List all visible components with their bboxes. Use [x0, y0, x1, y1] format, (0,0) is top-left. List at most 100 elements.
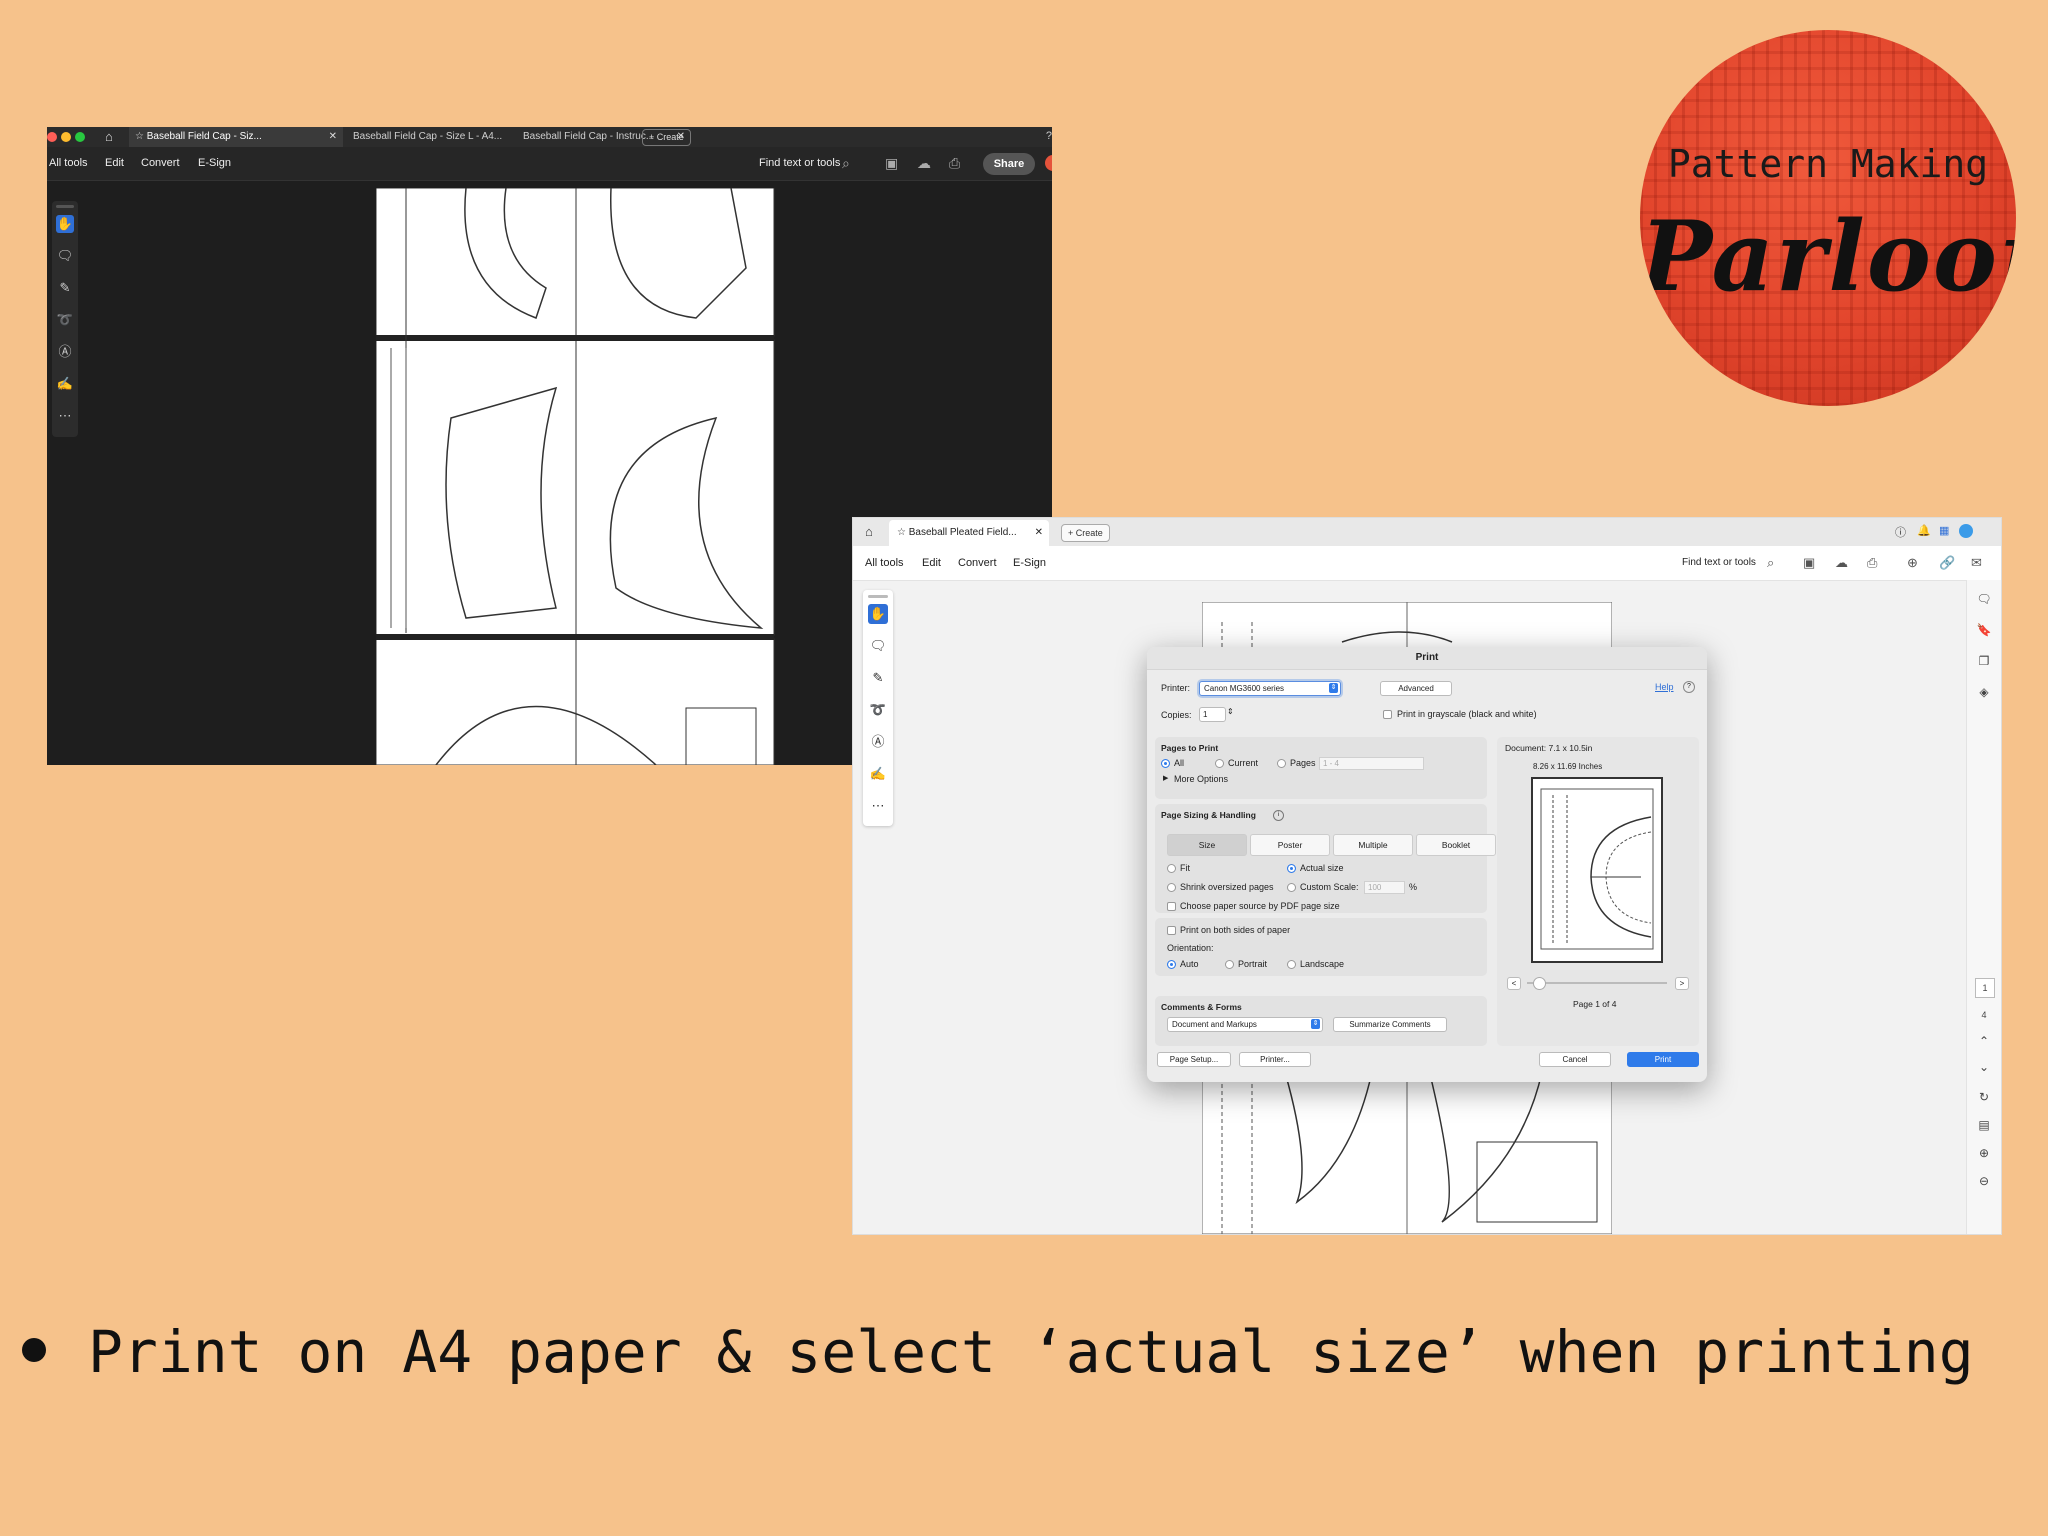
share-button[interactable]: Share	[983, 153, 1035, 175]
drag-handle[interactable]	[868, 595, 888, 598]
zoom-in-icon[interactable]: ⊕	[1975, 1144, 1993, 1162]
signature-tool-icon[interactable]: ✍	[56, 375, 74, 393]
tab-active[interactable]: ☆ Baseball Pleated Field... ✕	[889, 520, 1049, 546]
minimize-window-dot[interactable]	[61, 132, 71, 142]
close-tab-icon[interactable]: ✕	[1035, 520, 1043, 546]
comment-tool-icon[interactable]: 🗨	[56, 247, 74, 265]
pen-tool-icon[interactable]: ✎	[56, 279, 74, 297]
lasso-tool-icon[interactable]: ➰	[56, 311, 74, 329]
menu-edit[interactable]: Edit	[922, 557, 941, 569]
disclosure-triangle-icon[interactable]: ▶	[1163, 774, 1168, 782]
tab-poster[interactable]: Poster	[1250, 834, 1330, 856]
create-button[interactable]: + Create	[1061, 524, 1110, 542]
save-icon[interactable]: ▣	[1803, 555, 1815, 571]
layers-icon[interactable]: ◈	[1975, 683, 1993, 701]
save-icon[interactable]: ▣	[885, 155, 898, 172]
print-icon[interactable]: ⎙	[949, 155, 960, 172]
bell-icon[interactable]: 🔔	[1917, 524, 1931, 537]
signature-tool-icon[interactable]: ✍	[868, 764, 888, 784]
close-tab-icon[interactable]: ✕	[329, 127, 337, 147]
radio-landscape[interactable]	[1287, 960, 1296, 969]
custom-scale-input[interactable]: 100	[1364, 881, 1405, 894]
info-icon[interactable]: i	[1273, 810, 1284, 821]
cancel-button[interactable]: Cancel	[1539, 1052, 1611, 1067]
radio-current[interactable]	[1215, 759, 1224, 768]
share-link-icon[interactable]: ⊕	[1907, 555, 1918, 571]
maximize-window-dot[interactable]	[75, 132, 85, 142]
tab-2[interactable]: Baseball Field Cap - Size L - A4...	[347, 127, 518, 147]
tab-booklet[interactable]: Booklet	[1416, 834, 1496, 856]
star-icon[interactable]: ☆	[889, 527, 906, 538]
avatar[interactable]	[1045, 155, 1052, 171]
radio-actual-size[interactable]	[1287, 864, 1296, 873]
comments-panel-icon[interactable]: 🗨	[1975, 590, 1993, 608]
zoom-out-icon[interactable]: ⊖	[1975, 1172, 1993, 1190]
star-icon[interactable]: ☆	[129, 131, 144, 142]
avatar[interactable]	[1959, 524, 1973, 538]
tab-1[interactable]: ☆ Baseball Field Cap - Siz... ✕	[129, 127, 343, 147]
print-icon[interactable]: ⎙	[1867, 555, 1877, 571]
comment-tool-icon[interactable]: 🗨	[868, 636, 888, 656]
page-down-icon[interactable]: ⌄	[1975, 1058, 1993, 1076]
page-up-icon[interactable]: ⌃	[1975, 1032, 1993, 1050]
upload-cloud-icon[interactable]: ☁	[1835, 555, 1848, 571]
advanced-button[interactable]: Advanced	[1380, 681, 1452, 696]
tab-multiple[interactable]: Multiple	[1333, 834, 1413, 856]
create-button[interactable]: + Create	[642, 129, 691, 146]
prev-page-button[interactable]: <	[1507, 977, 1521, 990]
more-options-toggle[interactable]: More Options	[1174, 774, 1228, 784]
page-slider-thumb[interactable]	[1533, 977, 1546, 990]
rotate-icon[interactable]: ↻	[1975, 1088, 1993, 1106]
page-fit-icon[interactable]: ▤	[1975, 1116, 1993, 1134]
printer-button[interactable]: Printer...	[1239, 1052, 1311, 1067]
help-icon[interactable]: ?	[1683, 681, 1695, 693]
print-button[interactable]: Print	[1627, 1052, 1699, 1067]
radio-portrait[interactable]	[1225, 960, 1234, 969]
mail-icon[interactable]: ✉	[1971, 555, 1982, 571]
menu-esign[interactable]: E-Sign	[198, 157, 231, 169]
duplex-checkbox[interactable]	[1167, 926, 1176, 935]
text-select-tool-icon[interactable]: Ⓐ	[56, 343, 74, 361]
radio-shrink[interactable]	[1167, 883, 1176, 892]
pen-tool-icon[interactable]: ✎	[868, 668, 888, 688]
more-tools-icon[interactable]: ⋯	[56, 407, 74, 425]
find-text-button[interactable]: Find text or tools	[1682, 557, 1756, 568]
printer-select[interactable]: Canon MG3600 series ⇕	[1199, 681, 1341, 696]
radio-fit[interactable]	[1167, 864, 1176, 873]
menu-edit[interactable]: Edit	[105, 157, 124, 169]
menu-all-tools[interactable]: All tools	[49, 157, 88, 169]
hand-tool-icon[interactable]: ✋	[56, 215, 74, 233]
paper-source-checkbox[interactable]	[1167, 902, 1176, 911]
page-slider-track[interactable]	[1527, 982, 1667, 984]
help-link[interactable]: Help	[1655, 682, 1674, 692]
close-window-dot[interactable]	[47, 132, 57, 142]
bookmarks-icon[interactable]: 🔖	[1975, 621, 1993, 639]
copies-input[interactable]: 1	[1199, 707, 1226, 722]
menu-convert[interactable]: Convert	[958, 557, 997, 569]
find-text-button[interactable]: Find text or tools	[759, 157, 840, 169]
apps-grid-icon[interactable]: ▦	[1939, 524, 1949, 537]
link-icon[interactable]: 🔗	[1939, 555, 1955, 571]
pages-panel-icon[interactable]: ❐	[1975, 652, 1993, 670]
radio-auto[interactable]	[1167, 960, 1176, 969]
more-tools-icon[interactable]: ⋯	[868, 796, 888, 816]
help-icon[interactable]: ?	[1046, 130, 1052, 142]
search-icon[interactable]: ⌕	[842, 155, 850, 172]
help-icon[interactable]: ⓘ	[1895, 524, 1906, 540]
summarize-comments-button[interactable]: Summarize Comments	[1333, 1017, 1447, 1032]
upload-cloud-icon[interactable]: ☁	[917, 155, 931, 172]
radio-all[interactable]	[1161, 759, 1170, 768]
hand-tool-icon[interactable]: ✋	[868, 604, 888, 624]
page-setup-button[interactable]: Page Setup...	[1157, 1052, 1231, 1067]
menu-esign[interactable]: E-Sign	[1013, 557, 1046, 569]
drag-handle[interactable]	[56, 205, 74, 208]
menu-convert[interactable]: Convert	[141, 157, 180, 169]
text-select-tool-icon[interactable]: Ⓐ	[868, 732, 888, 752]
copies-stepper-icon[interactable]: ⇕	[1227, 707, 1234, 716]
radio-pages[interactable]	[1277, 759, 1286, 768]
next-page-button[interactable]: >	[1675, 977, 1689, 990]
home-icon[interactable]: ⌂	[105, 129, 113, 144]
menu-all-tools[interactable]: All tools	[865, 557, 904, 569]
grayscale-checkbox[interactable]	[1383, 710, 1392, 719]
page-number-current[interactable]: 1	[1975, 978, 1995, 998]
